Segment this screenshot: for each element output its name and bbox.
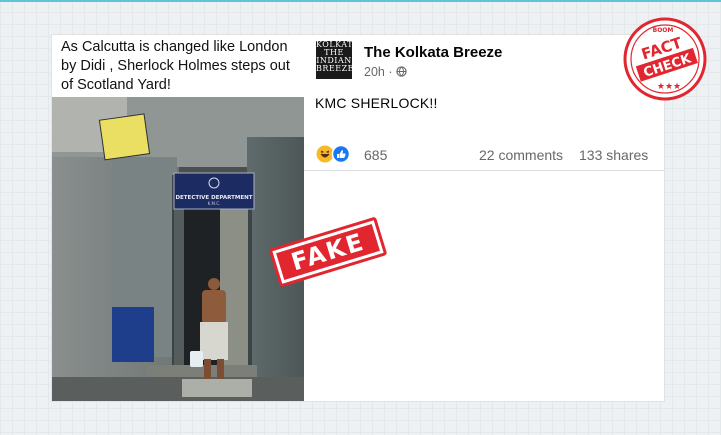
- fact-check-seal-icon: BOOM FACT CHECK ★★★: [623, 17, 707, 101]
- post-content-panel: KOLKATA THE INDIAN BREEZE The Kolkata Br…: [304, 35, 664, 401]
- globe-icon: [396, 66, 407, 77]
- image-caption: As Calcutta is changed like London by Di…: [61, 39, 290, 93]
- post-text: KMC SHERLOCK!!: [315, 95, 438, 111]
- post-photo[interactable]: DETECTIVE DEPARTMENT K.M.C.: [52, 97, 304, 401]
- svg-text:★★★: ★★★: [657, 82, 681, 92]
- haha-icon: [316, 144, 351, 164]
- shares-count[interactable]: 133 shares: [579, 147, 648, 163]
- reaction-icons[interactable]: [316, 144, 356, 164]
- facebook-post-card: As Calcutta is changed like London by Di…: [52, 35, 664, 401]
- building-photo-illustration: DETECTIVE DEPARTMENT K.M.C.: [52, 97, 304, 401]
- sign-sub-text: K.M.C.: [208, 201, 221, 206]
- divider: [304, 170, 664, 171]
- reaction-count[interactable]: 685: [364, 147, 387, 163]
- post-image-panel: As Calcutta is changed like London by Di…: [52, 35, 304, 401]
- comments-count[interactable]: 22 comments: [479, 147, 563, 163]
- post-timestamp[interactable]: 20h ·: [364, 65, 407, 79]
- page-name-link[interactable]: The Kolkata Breeze: [364, 44, 502, 61]
- post-time-text: 20h ·: [364, 65, 393, 79]
- avatar-text-line: BREEZE: [316, 64, 352, 73]
- seal-top-text: BOOM: [653, 27, 674, 34]
- page-avatar[interactable]: KOLKATA THE INDIAN BREEZE: [316, 41, 352, 79]
- top-accent-line: [0, 0, 721, 2]
